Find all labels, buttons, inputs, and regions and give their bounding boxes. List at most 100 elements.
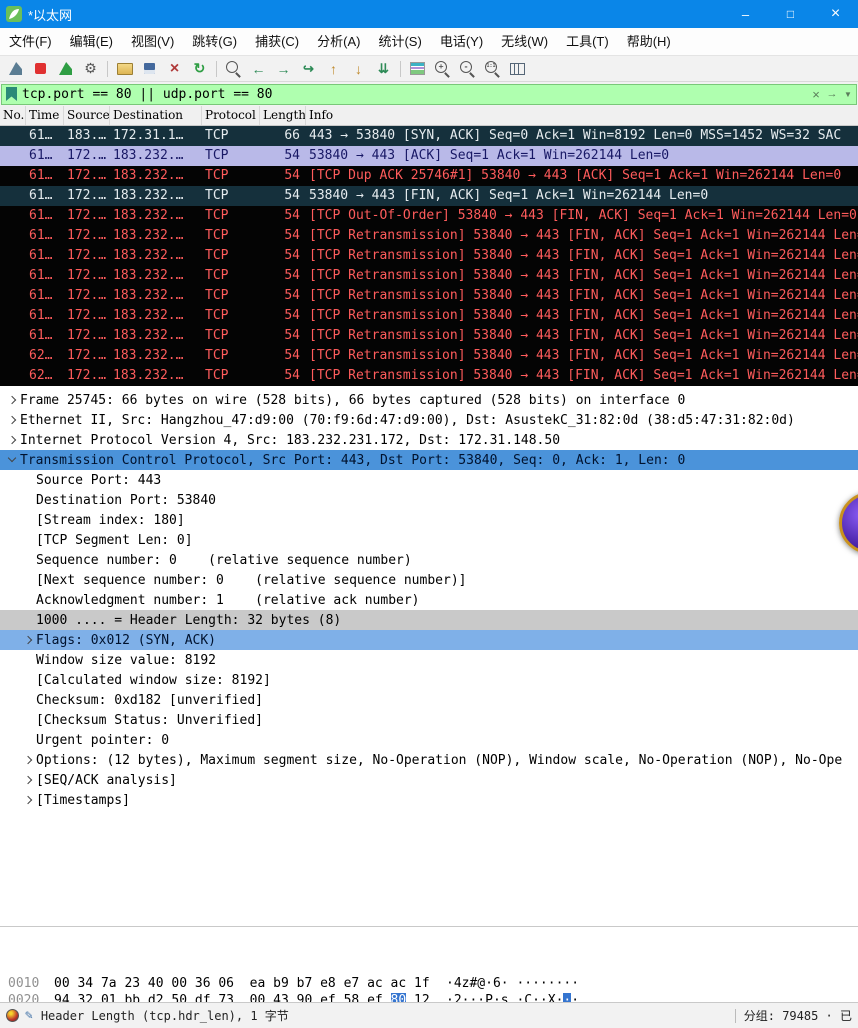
expand-arrow-icon[interactable] — [22, 633, 36, 647]
open-file-icon[interactable] — [112, 58, 137, 80]
go-back-icon[interactable] — [246, 58, 271, 80]
packet-row[interactable]: 61… 172.… 183.232.… TCP 54 [TCP Dup ACK … — [0, 166, 858, 186]
colorize-icon[interactable] — [405, 58, 430, 80]
packet-row[interactable]: 62… 172.… 183.232.… TCP 54 [TCP Retransm… — [0, 366, 858, 386]
column-header-source[interactable]: Source — [64, 106, 110, 125]
expand-arrow-icon[interactable] — [22, 673, 36, 687]
capture-comment-icon[interactable] — [25, 1008, 33, 1023]
packet-row[interactable]: 61… 172.… 183.232.… TCP 54 53840 → 443 [… — [0, 186, 858, 206]
detail-line[interactable]: Window size value: 8192 — [0, 650, 858, 670]
stop-capture-icon[interactable] — [28, 58, 53, 80]
menu-item-go[interactable]: 跳转(G) — [183, 28, 246, 55]
menu-item-telephony[interactable]: 电话(Y) — [431, 28, 492, 55]
filter-clear-icon[interactable] — [808, 87, 824, 102]
go-first-icon[interactable] — [321, 58, 346, 80]
menu-item-edit[interactable]: 编辑(E) — [61, 28, 122, 55]
hex-bytes[interactable]: 00 34 7a 23 40 00 36 06 ea b9 b7 e8 e7 a… — [54, 975, 446, 992]
packet-row[interactable]: 61… 172.… 183.232.… TCP 54 [TCP Retransm… — [0, 326, 858, 346]
expand-arrow-icon[interactable] — [22, 573, 36, 587]
detail-line[interactable]: 1000 .... = Header Length: 32 bytes (8) — [0, 610, 858, 630]
detail-line[interactable]: Urgent pointer: 0 — [0, 730, 858, 750]
hex-row[interactable]: 0010 00 34 7a 23 40 00 36 06 ea b9 b7 e8… — [8, 975, 858, 992]
detail-line[interactable]: Frame 25745: 66 bytes on wire (528 bits)… — [0, 390, 858, 410]
expand-arrow-icon[interactable] — [6, 453, 20, 467]
column-header-no[interactable]: No. — [0, 106, 26, 125]
menu-item-wireless[interactable]: 无线(W) — [492, 28, 557, 55]
menu-item-statistics[interactable]: 统计(S) — [369, 28, 430, 55]
detail-line[interactable]: Sequence number: 0 (relative sequence nu… — [0, 550, 858, 570]
packet-row[interactable]: 61… 172.… 183.232.… TCP 54 53840 → 443 [… — [0, 146, 858, 166]
detail-line[interactable]: Source Port: 443 — [0, 470, 858, 490]
hex-ascii[interactable]: ·2···P·s ·C··X··· — [446, 992, 579, 1002]
column-header-protocol[interactable]: Protocol — [202, 106, 260, 125]
expand-arrow-icon[interactable] — [22, 773, 36, 787]
menu-item-view[interactable]: 视图(V) — [122, 28, 183, 55]
column-header-length[interactable]: Length — [260, 106, 306, 125]
detail-line[interactable]: Options: (12 bytes), Maximum segment siz… — [0, 750, 858, 770]
expand-arrow-icon[interactable] — [22, 713, 36, 727]
expand-arrow-icon[interactable] — [22, 533, 36, 547]
detail-line[interactable]: [Checksum Status: Unverified] — [0, 710, 858, 730]
close-file-icon[interactable] — [162, 58, 187, 80]
save-file-icon[interactable] — [137, 58, 162, 80]
hex-row[interactable]: 0020 94 32 01 bb d2 50 df 73 00 43 90 ef… — [8, 992, 858, 1002]
expand-arrow-icon[interactable] — [22, 793, 36, 807]
minimize-button[interactable] — [723, 0, 768, 28]
packet-row[interactable]: 62… 172.… 183.232.… TCP 54 [TCP Retransm… — [0, 346, 858, 366]
expand-arrow-icon[interactable] — [6, 393, 20, 407]
packet-row[interactable]: 61… 172.… 183.232.… TCP 54 [TCP Retransm… — [0, 306, 858, 326]
filter-history-icon[interactable] — [840, 88, 856, 100]
menu-item-capture[interactable]: 捕获(C) — [246, 28, 308, 55]
detail-line[interactable]: [Timestamps] — [0, 790, 858, 810]
expand-arrow-icon[interactable] — [22, 733, 36, 747]
expand-arrow-icon[interactable] — [6, 433, 20, 447]
column-header-time[interactable]: Time — [26, 106, 64, 125]
expand-arrow-icon[interactable] — [22, 693, 36, 707]
menu-item-file[interactable]: 文件(F) — [0, 28, 61, 55]
packet-row[interactable]: 61… 172.… 183.232.… TCP 54 [TCP Out-Of-O… — [0, 206, 858, 226]
zoom-original-icon[interactable] — [480, 58, 505, 80]
zoom-out-icon[interactable] — [455, 58, 480, 80]
detail-line[interactable]: Checksum: 0xd182 [unverified] — [0, 690, 858, 710]
expand-arrow-icon[interactable] — [22, 753, 36, 767]
detail-line[interactable]: [Stream index: 180] — [0, 510, 858, 530]
detail-line[interactable]: Internet Protocol Version 4, Src: 183.23… — [0, 430, 858, 450]
go-last-icon[interactable] — [346, 58, 371, 80]
expert-info-icon[interactable] — [6, 1009, 19, 1022]
column-header-info[interactable]: Info — [306, 106, 858, 125]
autoscroll-icon[interactable] — [371, 58, 396, 80]
resize-columns-icon[interactable] — [505, 58, 530, 80]
detail-line[interactable]: [TCP Segment Len: 0] — [0, 530, 858, 550]
expand-arrow-icon[interactable] — [22, 653, 36, 667]
hex-ascii[interactable]: ·4z#@·6· ········ — [446, 975, 579, 992]
packet-row[interactable]: 61… 172.… 183.232.… TCP 54 [TCP Retransm… — [0, 286, 858, 306]
detail-line[interactable]: Ethernet II, Src: Hangzhou_47:d9:00 (70:… — [0, 410, 858, 430]
expand-arrow-icon[interactable] — [22, 513, 36, 527]
detail-line[interactable]: [Next sequence number: 0 (relative seque… — [0, 570, 858, 590]
maximize-button[interactable] — [768, 0, 813, 28]
reload-icon[interactable] — [187, 58, 212, 80]
zoom-in-icon[interactable] — [430, 58, 455, 80]
packet-row[interactable]: 61… 172.… 183.232.… TCP 54 [TCP Retransm… — [0, 266, 858, 286]
go-to-packet-icon[interactable] — [296, 58, 321, 80]
menu-item-tools[interactable]: 工具(T) — [557, 28, 618, 55]
restart-capture-icon[interactable] — [53, 58, 78, 80]
packet-row[interactable]: 61… 183.… 172.31.1… TCP 66 443 → 53840 [… — [0, 126, 858, 146]
filter-apply-icon[interactable] — [824, 88, 840, 100]
menu-item-analyze[interactable]: 分析(A) — [308, 28, 369, 55]
column-header-destination[interactable]: Destination — [110, 106, 202, 125]
expand-arrow-icon[interactable] — [6, 413, 20, 427]
expand-arrow-icon[interactable] — [22, 473, 36, 487]
filter-bookmark-icon[interactable] — [6, 87, 17, 101]
hex-bytes[interactable]: 94 32 01 bb d2 50 df 73 00 43 90 ef 58 e… — [54, 992, 446, 1002]
go-forward-icon[interactable] — [271, 58, 296, 80]
detail-line[interactable]: Transmission Control Protocol, Src Port:… — [0, 450, 858, 470]
close-button[interactable] — [813, 0, 858, 28]
start-capture-icon[interactable] — [3, 58, 28, 80]
packet-row[interactable]: 61… 172.… 183.232.… TCP 54 [TCP Retransm… — [0, 226, 858, 246]
detail-line[interactable]: Flags: 0x012 (SYN, ACK) — [0, 630, 858, 650]
expand-arrow-icon[interactable] — [22, 613, 36, 627]
find-packet-icon[interactable] — [221, 58, 246, 80]
packet-row[interactable]: 61… 172.… 183.232.… TCP 54 [TCP Retransm… — [0, 246, 858, 266]
detail-line[interactable]: Acknowledgment number: 1 (relative ack n… — [0, 590, 858, 610]
